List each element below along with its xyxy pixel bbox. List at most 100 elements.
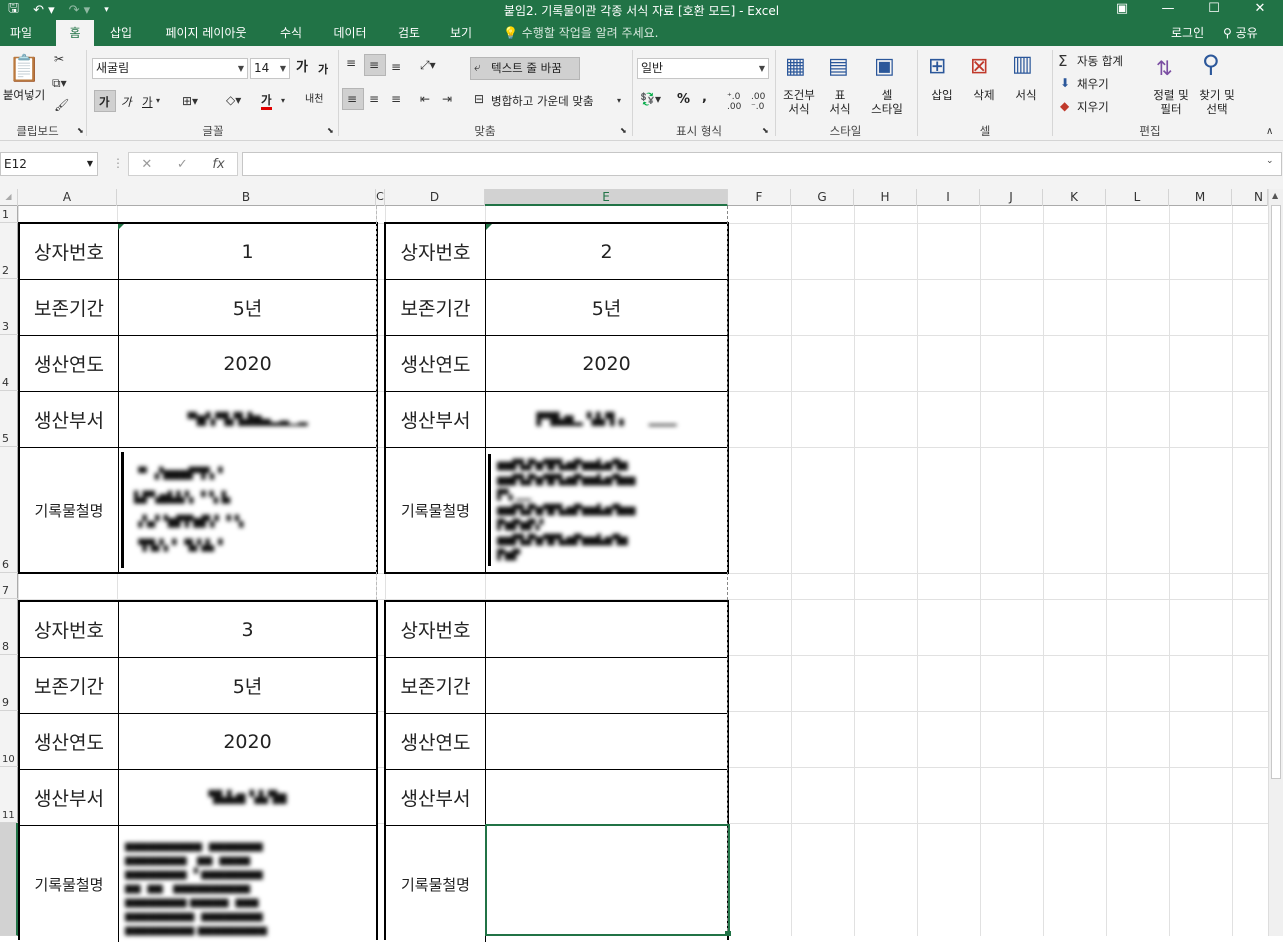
tab-page-layout[interactable]: 페이지 레이아웃 bbox=[150, 20, 262, 46]
row-header-2[interactable]: 2 bbox=[0, 223, 18, 279]
column-header-i[interactable]: I bbox=[917, 189, 980, 206]
row-header-1[interactable]: 1 bbox=[0, 206, 18, 223]
format-painter-icon[interactable]: 🖌 bbox=[54, 98, 69, 112]
row-header-9[interactable]: 9 bbox=[0, 655, 18, 711]
scroll-thumb[interactable] bbox=[1271, 205, 1281, 779]
merge-center-button[interactable]: 병합하고 가운데 맞춤 bbox=[491, 94, 594, 108]
value-desc-redacted[interactable]: ▆▆▆▆▆▆▆▆▆▆ ▆▆▆▆▆▆▆ ▆▆▆▆▆▆▆▆ ▆▆ ▆▆▆▆ ▆▆▆▆… bbox=[119, 826, 376, 942]
wrap-text-button[interactable]: 텍스트 줄 바꿈 bbox=[491, 61, 562, 75]
column-header-a[interactable]: A bbox=[18, 189, 117, 206]
sort-filter-button[interactable]: 정렬 및 필터 bbox=[1148, 88, 1194, 116]
orientation-icon[interactable]: ⤢▾ bbox=[420, 58, 436, 73]
value-retention[interactable]: 5년 bbox=[486, 280, 727, 335]
label-retention[interactable]: 보존기간 bbox=[20, 280, 118, 335]
copy-icon[interactable]: ⧉▾ bbox=[52, 76, 67, 91]
row-header-11[interactable]: 11 bbox=[0, 767, 18, 823]
label-retention[interactable]: 보존기간 bbox=[386, 658, 485, 713]
column-header-h[interactable]: H bbox=[854, 189, 917, 206]
column-header-b[interactable]: B bbox=[117, 189, 376, 206]
value-box-number[interactable]: 2 bbox=[486, 224, 727, 279]
paste-icon[interactable]: 📋 bbox=[8, 54, 40, 84]
column-header-g[interactable]: G bbox=[791, 189, 854, 206]
label-year[interactable]: 생산연도 bbox=[20, 336, 118, 391]
clear-button[interactable]: 지우기 bbox=[1077, 100, 1109, 114]
label-retention[interactable]: 보존기간 bbox=[386, 280, 485, 335]
label-box-number[interactable]: 상자번호 bbox=[386, 224, 485, 279]
paste-button[interactable]: 붙여넣기 bbox=[0, 88, 48, 102]
value-retention[interactable]: 5년 bbox=[119, 658, 376, 713]
label-year[interactable]: 생산연도 bbox=[20, 714, 118, 769]
column-header-f[interactable]: F bbox=[728, 189, 791, 206]
align-center-icon[interactable]: ≡ bbox=[369, 92, 379, 106]
share-button[interactable]: ⚲ 공유 bbox=[1223, 20, 1258, 46]
underline-button[interactable]: 가 bbox=[142, 95, 153, 109]
tab-file[interactable]: 파일 bbox=[0, 20, 42, 46]
font-launcher-icon[interactable]: ⬊ bbox=[327, 126, 334, 135]
column-header-m[interactable]: M bbox=[1169, 189, 1232, 206]
label-dept[interactable]: 생산부서 bbox=[386, 392, 485, 447]
insert-function-icon[interactable]: fx bbox=[212, 157, 224, 172]
align-bottom-icon[interactable]: ≡ bbox=[391, 60, 401, 74]
increase-indent-icon[interactable]: ⇥ bbox=[442, 92, 452, 106]
column-header-n[interactable]: N bbox=[1232, 189, 1268, 206]
grow-font-icon[interactable]: 가 bbox=[296, 61, 308, 75]
align-left-icon[interactable]: ≡ bbox=[347, 92, 357, 106]
label-year[interactable]: 생산연도 bbox=[386, 336, 485, 391]
value-year[interactable]: 2020 bbox=[119, 336, 376, 391]
formula-input[interactable] bbox=[242, 152, 1282, 176]
collapse-ribbon-icon[interactable]: ∧ bbox=[1266, 126, 1273, 137]
scroll-up-icon[interactable]: ▲ bbox=[1272, 191, 1278, 200]
row-header-3[interactable]: 3 bbox=[0, 279, 18, 335]
font-color-button[interactable]: 가 bbox=[261, 93, 272, 110]
merge-dropdown-icon[interactable]: ▾ bbox=[617, 96, 621, 105]
maximize-icon[interactable]: ☐ bbox=[1191, 0, 1237, 20]
underline-dropdown-icon[interactable]: ▾ bbox=[156, 96, 160, 105]
value-box-number[interactable]: 3 bbox=[119, 602, 376, 657]
column-header-c[interactable]: C bbox=[376, 189, 385, 206]
value-box-number[interactable] bbox=[486, 602, 727, 657]
vertical-scrollbar[interactable]: ▲ bbox=[1268, 189, 1283, 936]
value-desc-redacted[interactable]: ▆▆▛▙▛▆▜▛▙▆▛▆▆▙▆▜▆ ▆▆▛▙▛▆▜▛▙▆▛▆▆▙▆▜▆▆ ▛▚ … bbox=[486, 448, 727, 572]
font-size-combo[interactable]: 14 ▼ bbox=[250, 58, 290, 79]
row-header-12[interactable] bbox=[0, 823, 18, 936]
active-cell-e12[interactable] bbox=[485, 824, 730, 936]
cancel-icon[interactable]: ✕ bbox=[141, 157, 152, 172]
format-cells-button[interactable]: 서식 bbox=[1006, 88, 1046, 102]
insert-cells-button[interactable]: 삽입 bbox=[922, 88, 962, 102]
label-box-number[interactable]: 상자번호 bbox=[20, 224, 118, 279]
font-color-dropdown-icon[interactable]: ▾ bbox=[281, 96, 285, 105]
minimize-icon[interactable]: — bbox=[1145, 0, 1191, 20]
label-desc[interactable]: 기록물철명 bbox=[386, 826, 485, 942]
currency-icon[interactable]: 💱▾ bbox=[640, 92, 661, 106]
row-header-6[interactable]: 6 bbox=[0, 447, 18, 573]
label-dept[interactable]: 생산부서 bbox=[20, 392, 118, 447]
shrink-font-icon[interactable]: 가 bbox=[318, 63, 328, 77]
alignment-launcher-icon[interactable]: ⬊ bbox=[620, 126, 627, 135]
label-desc[interactable]: 기록물철명 bbox=[386, 448, 485, 572]
label-desc[interactable]: 기록물철명 bbox=[20, 448, 118, 572]
fill-handle[interactable] bbox=[725, 931, 731, 936]
align-top-icon[interactable]: ≡ bbox=[346, 56, 356, 70]
select-all-button[interactable]: ◢ bbox=[0, 189, 18, 206]
conditional-format-button[interactable]: 조건부 서식 bbox=[778, 88, 820, 116]
value-dept-redacted[interactable]: ▜▙▙▆ ▚▙▜▆ bbox=[119, 770, 376, 825]
fill-color-icon[interactable]: ◇▾ bbox=[226, 93, 241, 107]
row-header-5[interactable]: 5 bbox=[0, 391, 18, 447]
label-year[interactable]: 생산연도 bbox=[386, 714, 485, 769]
row-header-10[interactable]: 10 bbox=[0, 711, 18, 767]
italic-button[interactable]: 가 bbox=[121, 95, 132, 109]
close-icon[interactable]: ✕ bbox=[1237, 0, 1283, 20]
percent-button[interactable]: % bbox=[677, 93, 690, 107]
fill-button[interactable]: 채우기 bbox=[1077, 77, 1109, 91]
phonetic-button[interactable]: 내천 bbox=[305, 93, 323, 107]
name-box[interactable]: E12 ▼ bbox=[0, 152, 98, 176]
number-launcher-icon[interactable]: ⬊ bbox=[762, 126, 769, 135]
tab-formulas[interactable]: 수식 bbox=[270, 20, 312, 46]
value-year[interactable] bbox=[486, 714, 727, 769]
align-middle-icon[interactable]: ≡ bbox=[369, 58, 379, 72]
delete-cells-button[interactable]: 삭제 bbox=[964, 88, 1004, 102]
value-dept-redacted[interactable]: ▛▜▙▆▂ ▚▙▜▗ ▁▁▁ bbox=[486, 392, 727, 447]
label-retention[interactable]: 보존기간 bbox=[20, 658, 118, 713]
cell-styles-button[interactable]: 셀 스타일 bbox=[862, 88, 912, 116]
row-header-8[interactable]: 8 bbox=[0, 599, 18, 655]
